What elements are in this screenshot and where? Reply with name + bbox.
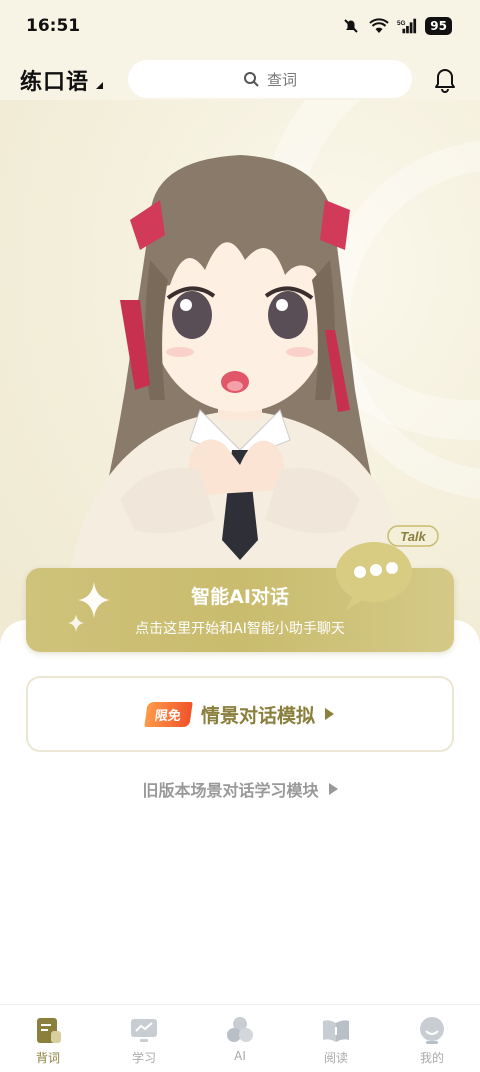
nav-label: 背词 (35, 1051, 60, 1065)
nav-item-words[interactable]: 背词 (13, 1015, 83, 1066)
talk-bubble-icon[interactable]: Talk (332, 520, 448, 612)
5g-signal-icon: 5G (397, 17, 417, 35)
monitor-chart-icon (131, 1019, 157, 1042)
search-placeholder: 查词 (266, 70, 297, 89)
nav-label: AI (234, 1049, 246, 1063)
nav-label: 学习 (131, 1051, 156, 1065)
search-icon (243, 72, 259, 87)
legacy-module-label: 旧版本场景对话学习模块 (142, 781, 319, 800)
scenario-dialogue-label: 情景对话模拟 (201, 704, 316, 727)
battery-level: 95 (425, 17, 452, 35)
scenario-dialogue-card[interactable]: 限免 情景对话模拟 (26, 676, 454, 752)
wifi-icon (369, 17, 389, 35)
page-title[interactable]: 练口语 (20, 64, 89, 96)
search-input[interactable]: 查词 (128, 60, 412, 98)
ai-chat-subtitle: 点击这里开始和AI智能小助手聊天 (135, 621, 345, 637)
status-indicators: 5G 95 (341, 17, 452, 35)
nav-item-study[interactable]: 学习 (109, 1015, 179, 1066)
arrow-right-icon (325, 708, 335, 720)
nav-item-reading[interactable]: 阅读 (301, 1015, 371, 1066)
nav-item-ai[interactable]: AI (205, 1015, 275, 1063)
title-dropdown-caret-icon[interactable] (96, 82, 103, 89)
arrow-right-icon (328, 783, 338, 795)
ai-cluster-icon (227, 1017, 253, 1042)
book-icon (37, 1018, 61, 1043)
legacy-module-link[interactable]: 旧版本场景对话学习模块 (0, 778, 480, 800)
free-badge: 限免 (144, 701, 193, 727)
status-bar: 16:51 5G 95 (0, 0, 480, 52)
nav-label: 阅读 (323, 1051, 348, 1065)
top-header: 练口语 查词 (0, 56, 480, 102)
open-book-icon (323, 1020, 349, 1042)
profile-icon (420, 1017, 444, 1044)
nav-label: 我的 (419, 1051, 444, 1065)
mute-bell-icon (341, 17, 361, 35)
bottom-nav: 背词 学习 AI 阅读 我的 (0, 1004, 480, 1072)
talk-tag: Talk (400, 529, 426, 544)
svg-text:5G: 5G (397, 20, 406, 27)
nav-item-profile[interactable]: 我的 (397, 1015, 467, 1066)
bell-icon[interactable] (430, 64, 460, 94)
status-time: 16:51 (26, 16, 81, 36)
